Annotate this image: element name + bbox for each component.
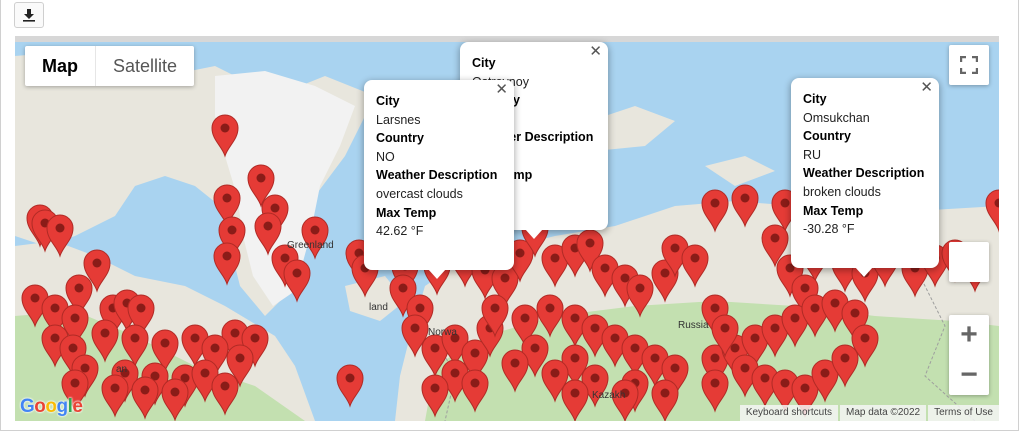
max-temp-value: -30.28 °F — [803, 222, 855, 237]
close-icon[interactable]: ✕ — [589, 44, 602, 59]
label-russia: Russia — [678, 320, 709, 331]
weather-description-value: broken clouds — [803, 184, 881, 199]
download-button[interactable] — [14, 2, 44, 28]
country-label: Country — [376, 131, 424, 146]
country-label: Country — [803, 129, 851, 144]
city-value: Omsukchan — [803, 110, 870, 125]
map-type-map-button[interactable]: Map — [25, 46, 95, 86]
city-label: City — [803, 92, 827, 106]
download-icon — [23, 9, 35, 22]
weather-description-label: Weather Description — [376, 168, 498, 183]
max-temp-label: Max Temp — [803, 203, 864, 218]
max-temp-label: Max Temp — [376, 205, 437, 220]
city-value: Larsnes — [376, 112, 421, 127]
city-marker[interactable] — [336, 364, 364, 408]
info-window-tail — [428, 269, 446, 279]
zoom-control[interactable]: + − — [949, 315, 989, 395]
city-marker[interactable] — [301, 216, 329, 260]
info-window-larsnes[interactable]: ✕ City Larsnes Country NO Weather Descri… — [364, 80, 514, 279]
city-marker[interactable] — [213, 242, 241, 286]
max-temp-value: 42.62 °F — [376, 224, 424, 239]
info-window-tail — [855, 267, 873, 277]
street-view-button[interactable] — [949, 242, 989, 282]
city-label: City — [472, 56, 496, 70]
map-attribution: Keyboard shortcuts Map data ©2022 Terms … — [738, 405, 999, 421]
keyboard-shortcuts-link[interactable]: Keyboard shortcuts — [739, 405, 838, 421]
google-logo: Google — [20, 396, 83, 417]
close-icon[interactable]: ✕ — [920, 80, 933, 95]
map-type-satellite-button[interactable]: Satellite — [95, 46, 194, 86]
info-window-tail — [525, 229, 543, 239]
label-norway: Norwa — [428, 327, 457, 338]
label-iceland: land — [369, 302, 388, 313]
fullscreen-icon — [960, 56, 978, 74]
label-greenland: Greenland — [287, 240, 334, 251]
map-container[interactable]: Greenland Norwa Russia Kazakh land an Ma… — [15, 36, 999, 421]
zoom-out-button[interactable]: − — [949, 355, 989, 395]
weather-description-value: overcast clouds — [376, 186, 463, 201]
label-kazakh: Kazakh — [592, 390, 626, 401]
zoom-in-button[interactable]: + — [949, 315, 989, 355]
city-label: City — [376, 94, 400, 108]
fullscreen-button[interactable] — [949, 45, 989, 85]
close-icon[interactable]: ✕ — [495, 82, 508, 97]
map-type-control[interactable]: Map Satellite — [25, 46, 195, 86]
label-canada: an — [116, 364, 128, 375]
map-data-text: Map data ©2022 — [840, 405, 927, 421]
info-window-omsukchan[interactable]: ✕ City Omsukchan Country RU Weather Desc… — [791, 78, 939, 277]
weather-description-label: Weather Description — [803, 166, 925, 181]
terms-of-use-link[interactable]: Terms of Use — [928, 405, 999, 421]
country-value: NO — [376, 149, 395, 164]
country-value: RU — [803, 147, 822, 162]
